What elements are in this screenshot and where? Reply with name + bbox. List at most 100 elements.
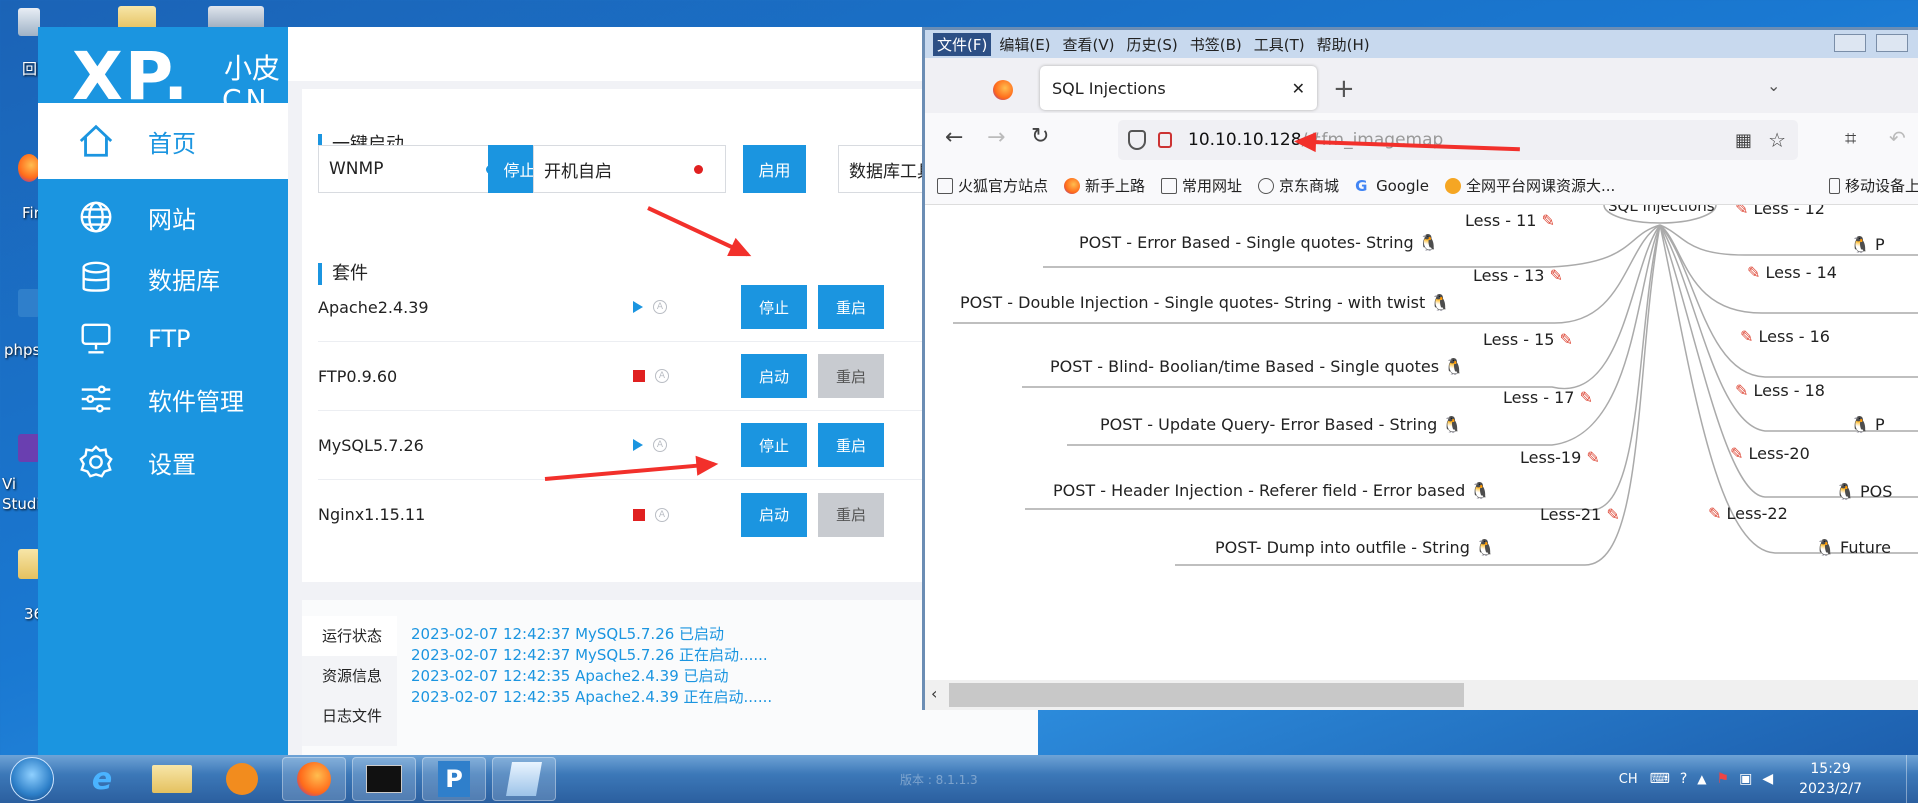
bookmark-item[interactable]: G Google [1355,177,1429,195]
taskbar-notepad[interactable] [492,757,556,801]
language-indicator[interactable]: CH [1619,772,1638,787]
menu-help[interactable]: 帮助(H) [1313,33,1374,56]
bookmark-star-icon[interactable]: ☆ [1768,128,1786,152]
mobile-bookmarks[interactable]: 移动设备上 [1829,175,1918,196]
bookmark-item[interactable]: 京东商城 [1258,175,1339,196]
tab-sql-injections[interactable]: SQL Injections ✕ [1040,66,1317,110]
autostart-enable-button[interactable]: 启用 [743,145,806,193]
mindmap-less-label[interactable]: ✎ Less - 18 [1735,381,1825,400]
nav-item-home[interactable]: 首页 [38,103,288,179]
mindmap-desc[interactable]: POST - Update Query- Error Based - Strin… [1100,415,1462,434]
help-icon[interactable]: ? [1680,771,1687,787]
scroll-left-icon[interactable]: ‹ [931,684,937,703]
mindmap-desc[interactable]: 🐧 Future [1815,538,1891,557]
stop-button[interactable]: 停止 [741,423,807,467]
bookmark-item[interactable]: 全网平台网课资源大... [1444,175,1616,196]
mindmap-desc[interactable]: 🐧 POS [1835,482,1892,501]
shield-icon[interactable] [1128,130,1146,150]
pen-icon: ✎ [1541,211,1555,230]
mindmap-less-label[interactable]: Less - 17 ✎ [1503,388,1593,407]
restore-button[interactable] [1834,34,1866,52]
menu-tools[interactable]: 工具(T) [1250,33,1309,56]
bookmark-label: 全网平台网课资源大... [1465,177,1616,195]
bookmark-item[interactable]: 火狐官方站点 [937,175,1048,196]
clock[interactable]: 15:29 2023/2/7 [1799,759,1862,799]
close-tab-icon[interactable]: ✕ [1292,79,1305,98]
show-desktop-button[interactable] [1906,755,1918,803]
mindmap-less-label[interactable]: ✎ Less - 14 [1747,263,1837,282]
mindmap-less-label[interactable]: Less - 11 ✎ [1465,211,1555,230]
minimize-button[interactable] [1876,34,1908,52]
scrollbar-thumb[interactable] [949,683,1464,707]
restart-button[interactable]: 重启 [818,285,884,329]
desktop-icon-visual-studio[interactable]: Vi Studi [0,430,41,513]
mindmap-desc[interactable]: 🐧 P [1850,415,1885,434]
taskbar-firefox[interactable] [282,757,346,801]
db-tool-field[interactable]: 数据库工具 [838,145,928,193]
taskbar-phpstudy[interactable]: P [422,757,486,801]
pen-icon: ✎ [1735,381,1749,400]
bookmark-item[interactable]: 新手上路 [1064,175,1145,196]
mindmap-desc[interactable]: POST - Double Injection - Single quotes-… [960,293,1450,312]
mindmap-less-label[interactable]: ✎ Less-22 [1708,504,1788,523]
start-button[interactable]: 启动 [741,492,807,537]
mindmap-less-label[interactable]: ✎ Less - 12 [1735,205,1825,218]
screenshot-icon[interactable]: ⌗ [1845,126,1856,150]
firefox-view-icon[interactable] [993,80,1013,100]
back-icon[interactable]: ← [945,125,963,150]
desktop-icon-folder-360[interactable]: 36 [0,545,43,623]
taskbar-cmd[interactable] [352,757,416,801]
menu-bookmarks[interactable]: 书签(B) [1186,33,1246,56]
undo-icon[interactable]: ↶ [1889,126,1906,150]
mindmap-less-label[interactable]: Less-21 ✎ [1540,505,1620,524]
stop-button[interactable]: 停止 [741,285,807,329]
nav-item-settings[interactable]: 设置 [38,424,288,500]
start-button[interactable]: 启动 [741,354,807,398]
mindmap-less-label[interactable]: Less - 15 ✎ [1483,330,1573,349]
mindmap-less-label[interactable]: Less - 13 ✎ [1473,266,1563,285]
log-tab-status[interactable]: 运行状态 [302,616,397,656]
horizontal-scrollbar[interactable]: ‹ [925,680,1918,710]
mindmap-less-label[interactable]: Less-19 ✎ [1520,448,1600,467]
taskbar-explorer[interactable] [140,757,204,801]
menu-view[interactable]: 查看(V) [1059,33,1119,56]
show-hidden-icon[interactable]: ▲ [1697,772,1706,786]
menu-edit[interactable]: 编辑(E) [995,33,1054,56]
log-output: 2023-02-07 12:42:37 MySQL5.7.26 已启动 2023… [411,624,772,708]
list-tabs-icon[interactable]: ⌄ [1767,76,1780,95]
phpstudy-icon: P [438,761,470,797]
taskbar-media-player[interactable] [210,757,274,801]
restart-button[interactable]: 重启 [818,423,884,467]
bookmark-item[interactable]: 常用网址 [1161,175,1242,196]
network-icon[interactable]: ▣ [1739,771,1752,787]
mindmap-desc[interactable]: POST - Header Injection - Referer field … [1053,481,1490,500]
mindmap-less-label[interactable]: ✎ Less-20 [1730,444,1810,463]
mindmap-desc[interactable]: POST - Blind- Boolian/time Based - Singl… [1050,357,1464,376]
desktop-icon-firefox[interactable]: Fir [0,150,40,222]
mindmap-desc[interactable]: POST - Error Based - Single quotes- Stri… [1079,233,1439,252]
penguin-icon: 🐧 [1470,481,1491,500]
mindmap-less-label[interactable]: ✎ Less - 16 [1740,327,1830,346]
volume-icon[interactable]: ◀ [1762,771,1773,787]
log-line: 2023-02-07 12:42:37 MySQL5.7.26 正在启动....… [411,646,768,664]
desktop-icon-phpstudy[interactable]: phps [0,285,40,359]
reload-icon[interactable]: ↻ [1031,124,1049,149]
firefox-icon [1064,177,1081,194]
action-center-icon[interactable]: ⚑ [1717,771,1730,787]
keyboard-icon[interactable]: ⌨ [1650,771,1670,787]
desktop-icon-recycle-bin[interactable]: 回 [0,2,40,78]
mindmap-desc[interactable]: 🐧 P [1850,235,1885,254]
menu-file[interactable]: 文件(F) [933,32,992,56]
taskbar-ie[interactable]: e [70,757,134,801]
start-button[interactable] [10,757,54,801]
lock-insecure-icon[interactable] [1158,132,1172,148]
url-bar[interactable]: 10.10.10.128 /#fm_imagemap ▦ ☆ [1118,120,1798,160]
stopped-icon [633,370,645,382]
running-icon [633,439,643,451]
qr-code-icon[interactable]: ▦ [1735,130,1752,151]
menu-history[interactable]: 历史(S) [1123,33,1182,56]
log-tab-logs[interactable]: 日志文件 [302,696,397,736]
log-tab-resources[interactable]: 资源信息 [302,656,397,696]
new-tab-icon[interactable]: + [1333,74,1355,104]
mindmap-desc[interactable]: POST- Dump into outfile - String 🐧 [1215,538,1495,557]
